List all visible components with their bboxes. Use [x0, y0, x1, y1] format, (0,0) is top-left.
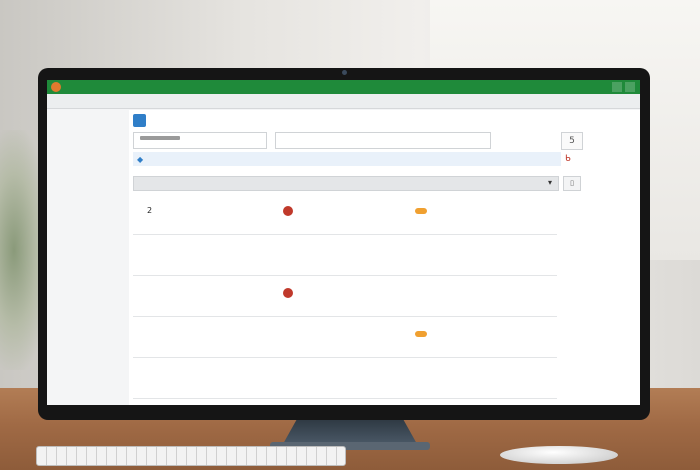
mouse: [500, 446, 618, 464]
list-toolbar: ▾: [133, 176, 559, 191]
list-item[interactable]: [133, 317, 557, 358]
row-primary: [147, 370, 277, 372]
close-button[interactable]: [625, 82, 635, 92]
search-button[interactable]: 5: [561, 132, 583, 150]
company-logo-icon: [283, 206, 293, 216]
list-item[interactable]: [133, 235, 557, 276]
search-field-b[interactable]: [275, 132, 491, 149]
search-row: [129, 132, 583, 149]
row-detail: [415, 206, 555, 215]
list-item[interactable]: 2: [133, 194, 557, 235]
list-item[interactable]: [133, 358, 557, 399]
info-icon: ◆: [137, 155, 144, 164]
notice-action[interactable]: ᑲ: [565, 154, 571, 164]
row-primary: 2: [147, 206, 153, 215]
title-bar: [47, 80, 640, 94]
app-window: 5 ◆ ᑲ ▾ ▯ 2: [47, 80, 640, 405]
row-detail: [415, 329, 555, 338]
webcam-icon: [342, 70, 347, 75]
browser-toolbar: [47, 94, 640, 109]
row-company: [283, 206, 403, 216]
tag-badge: [415, 330, 427, 337]
field-a-placeholder: [140, 136, 180, 140]
sort-icon[interactable]: ▾: [548, 178, 552, 187]
keyboard: [36, 446, 346, 466]
app-logo-icon: [51, 82, 61, 92]
row-company: [283, 288, 403, 298]
result-list: 2: [133, 194, 557, 399]
minimize-button[interactable]: [612, 82, 622, 92]
brand-icon: [133, 114, 146, 127]
notice-bar: ◆: [133, 152, 561, 166]
row-primary: [147, 247, 277, 249]
monitor-stand: [283, 420, 417, 444]
main-content: 5 ◆ ᑲ ▾ ▯ 2: [129, 110, 640, 405]
list-item[interactable]: [133, 276, 557, 317]
row-primary: [147, 288, 277, 290]
side-toggle-button[interactable]: ▯: [563, 176, 581, 191]
tag-badge: [415, 207, 427, 214]
row-primary: [147, 329, 277, 331]
search-field-a[interactable]: [133, 132, 267, 149]
company-logo-icon: [283, 288, 293, 298]
